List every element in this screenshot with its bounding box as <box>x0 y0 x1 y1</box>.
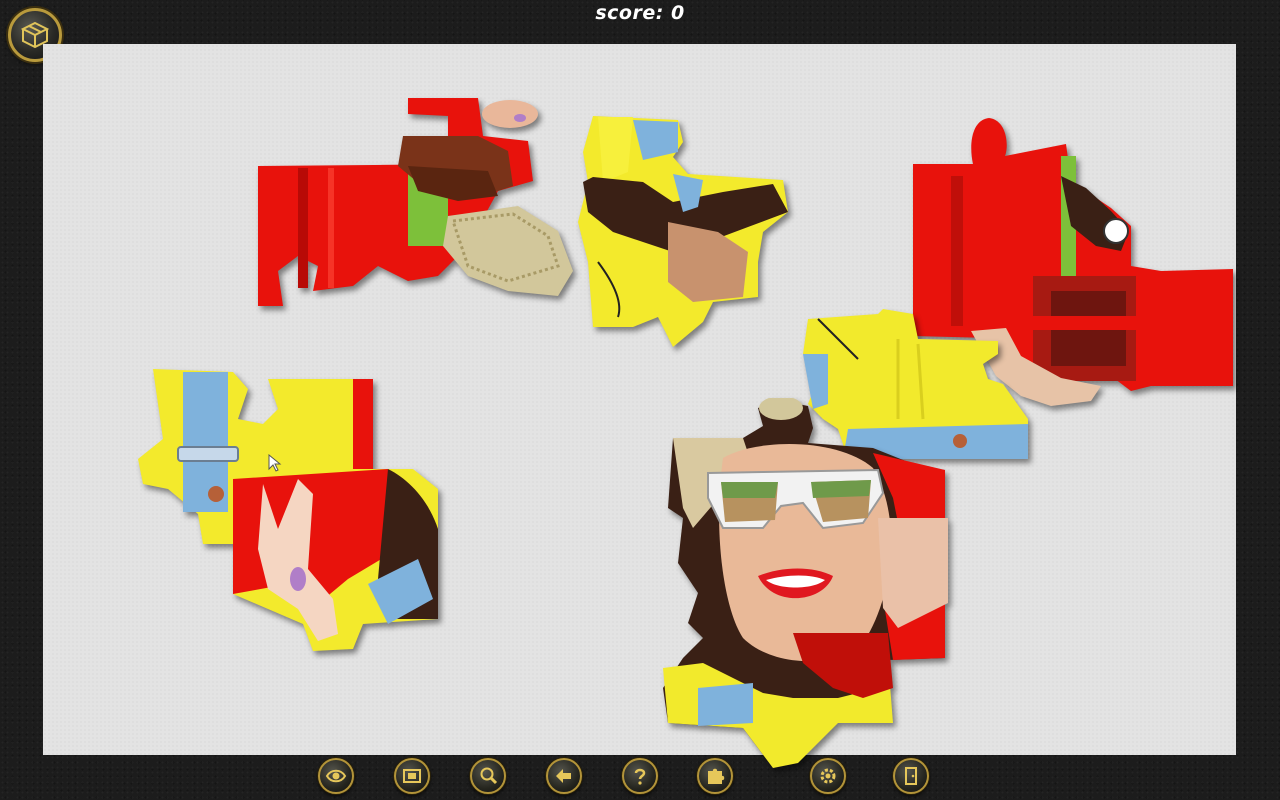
picture-frame-icon <box>403 769 421 783</box>
puzzle-piece-cluster-left[interactable] <box>138 369 443 654</box>
mouse-cursor-icon <box>268 453 282 476</box>
puzzle-piece-cluster-face[interactable] <box>663 398 948 768</box>
sort-edges-button[interactable] <box>546 758 582 794</box>
score-value: 0 <box>670 2 685 24</box>
score-label: score: <box>595 2 664 24</box>
puzzle-piece-cluster-top-left[interactable] <box>258 96 578 311</box>
magnifier-icon <box>480 767 498 785</box>
settings-button[interactable] <box>810 758 846 794</box>
question-mark-icon <box>634 768 646 785</box>
zoom-button[interactable] <box>470 758 506 794</box>
eye-icon <box>325 769 347 783</box>
score-display: score: 0 <box>0 2 1280 24</box>
exit-button[interactable] <box>893 758 929 794</box>
gear-icon <box>820 768 836 784</box>
puzzle-piece-cluster-top-center[interactable] <box>573 112 798 352</box>
background-button[interactable] <box>394 758 430 794</box>
arrows-icon <box>556 769 571 783</box>
puzzle-piece-icon <box>708 768 725 784</box>
door-exit-icon <box>905 767 917 785</box>
preview-button[interactable] <box>318 758 354 794</box>
puzzle-board[interactable] <box>43 44 1236 768</box>
help-button[interactable] <box>622 758 658 794</box>
hint-button[interactable] <box>697 758 733 794</box>
